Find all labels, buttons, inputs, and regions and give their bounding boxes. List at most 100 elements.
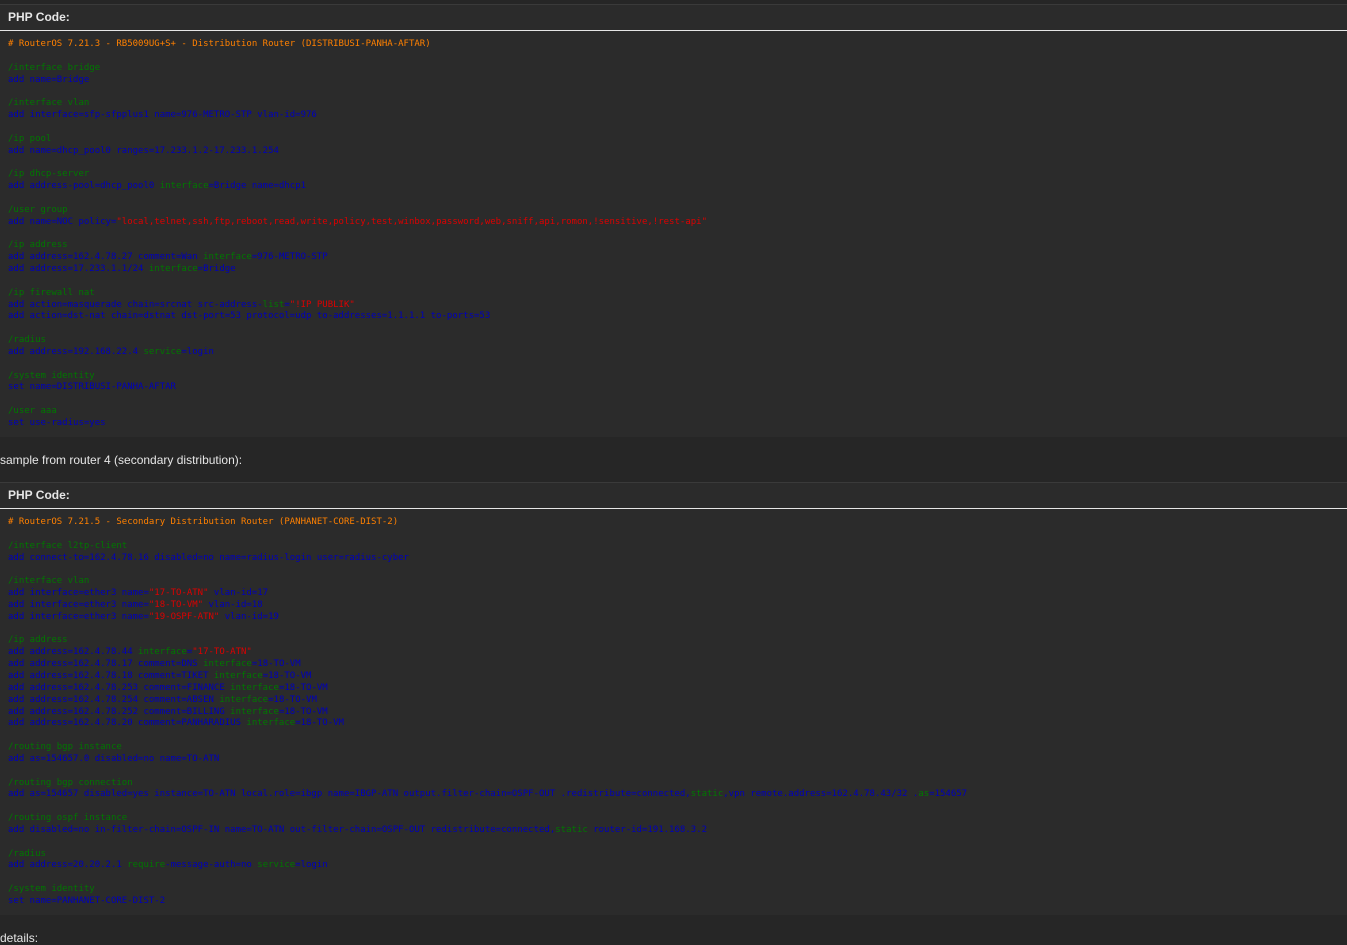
code-token: =18-TO-VM [268,694,317,705]
code-line: add connect-to=162.4.78.16 disabled=no n… [8,553,1347,565]
code-line: add name=Bridge [8,75,1347,87]
code-token: require [127,860,166,871]
code-token: interface [159,181,209,192]
code-line: /interface l2tp-client [8,541,1347,553]
code-line: add address-pool=dhcp_pool0 interface=Br… [8,181,1347,193]
code-token: interface [246,718,296,729]
code-token: add interface=ether3 name= [8,588,149,599]
code-token: add address=162.4.78.27 comment=Wan [8,252,204,263]
code-line: set name=DISTRIBUSI-PANHA-AFTAR [8,382,1347,394]
code-line: /ip pool [8,134,1347,146]
code-line: add interface=ether3 name="18-TO-VM" vla… [8,600,1347,612]
code-line: add address=162.4.78.18 comment=TIKET in… [8,671,1347,683]
code-token: add as=154657.0 disabled=no name=TO-ATN [8,753,220,764]
code-token: add address=17.233.1.1/24 [8,264,149,275]
code-line: /radius [8,335,1347,347]
code-token: vlan-id=19 [219,611,279,622]
code-token: /user group [8,204,68,215]
code-line: add name=dhcp_pool0 ranges=17.233.1.2-17… [8,146,1347,158]
code-token: =18-TO-VM [295,718,344,729]
code-line: add name=NOC policy="local,telnet,ssh,ft… [8,217,1347,229]
code-block-body[interactable]: # RouterOS 7.21.5 - Secondary Distributi… [0,509,1347,908]
code-token: static [690,789,724,800]
code-token: service [257,860,296,871]
code-token: add address=162.4.78.20 comment=PANHARAD… [8,718,247,729]
code-token: add address=20.20.2.1 [8,860,128,871]
code-token: /routing bgp connection [8,777,133,788]
code-token: add name=NOC policy= [8,216,117,227]
code-token: # RouterOS 7.21.5 - Secondary Distributi… [8,517,399,527]
code-token: add name=dhcp_pool0 ranges=17.233.1.2-17… [8,145,279,156]
code-token: /system identity [8,370,95,381]
code-line: /user aaa [8,406,1347,418]
code-token: /interface vlan [8,98,90,109]
code-line: # RouterOS 7.21.5 - Secondary Distributi… [8,517,1347,529]
code-line: add address=192.168.22.4 service=login [8,347,1347,359]
code-line: /interface bridge [8,63,1347,75]
code-token: ,vpn remote.address=162.4.78.43/32 . [723,789,919,800]
code-token: vlan-id=17 [208,588,269,599]
code-token: /system identity [8,884,95,895]
code-token: add address=162.4.78.252 comment=BILLING [8,706,231,717]
code-token: add action=dst-nat chain=dstnat dst-port… [8,311,491,322]
code-token: -message-auth=no [165,860,258,871]
code-token: /routing ospf instance [8,813,128,824]
code-token: /radius [8,848,46,859]
code-line: /routing bgp connection [8,778,1347,790]
code-line: add interface=ether3 name="17-TO-ATN" vl… [8,588,1347,600]
code-block-body[interactable]: # RouterOS 7.21.3 - RB5009UG+S+ - Distri… [0,31,1347,430]
code-line: add address=162.4.78.253 comment=FINANCE… [8,683,1347,695]
code-token: interface [230,682,279,693]
code-line: add address=17.233.1.1/24 interface=Brid… [8,264,1347,276]
code-line: /interface vlan [8,98,1347,110]
code-line: /routing bgp instance [8,742,1347,754]
code-line: set use-radius=yes [8,418,1347,430]
code-line: /system identity [8,371,1347,383]
code-line: add disabled=no in-filter-chain=OSPF-IN … [8,825,1347,837]
code-token: =login [295,860,328,871]
code-token: add interface=sfp-sfpplus1 name=976-METR… [8,110,317,121]
code-line: /routing ospf instance [8,813,1347,825]
code-line: /system identity [8,884,1347,896]
code-line: /ip address [8,635,1347,647]
code-token: interface [203,252,252,263]
code-line: set name=PANHANET-CORE-DIST-2 [8,896,1347,908]
code-block-header: PHP Code: [0,5,1347,31]
code-token: =18-TO-VM [278,682,328,693]
code-token: add disabled=no in-filter-chain=OSPF-IN … [8,824,556,835]
code-token: as [918,789,930,800]
code-line: add address=162.4.78.252 comment=BILLING… [8,707,1347,719]
code-token: /ip pool [8,133,52,144]
code-token: add address=162.4.78.17 comment=DNS [8,659,204,670]
code-token: interface [148,264,198,275]
code-token: =976-METRO-STP [251,252,328,263]
code-line: /interface vlan [8,576,1347,588]
code-line: /ip address [8,240,1347,252]
code-block-1: PHP Code: # RouterOS 7.21.3 - RB5009UG+S… [0,4,1347,437]
code-line: add interface=sfp-sfpplus1 name=976-METR… [8,110,1347,122]
code-line: add address=162.4.78.27 comment=Wan inte… [8,252,1347,264]
code-token: =Bridge [197,264,236,275]
code-token: /ip dhcp-server [8,169,90,180]
code-line: add address=162.4.78.44 interface="17-TO… [8,647,1347,659]
code-line: add address=162.4.78.254 comment=ABSEN i… [8,695,1347,707]
code-block-2: PHP Code: # RouterOS 7.21.5 - Secondary … [0,482,1347,915]
code-token: add interface=ether3 name= [8,599,149,610]
code-token: set use-radius=yes [8,418,106,428]
code-token: interface [219,694,269,705]
code-token: list [262,299,285,310]
code-token: # RouterOS 7.21.3 - RB5009UG+S+ - Distri… [8,39,431,49]
code-line: add address=162.4.78.20 comment=PANHARAD… [8,718,1347,730]
code-token: interface [213,670,263,681]
